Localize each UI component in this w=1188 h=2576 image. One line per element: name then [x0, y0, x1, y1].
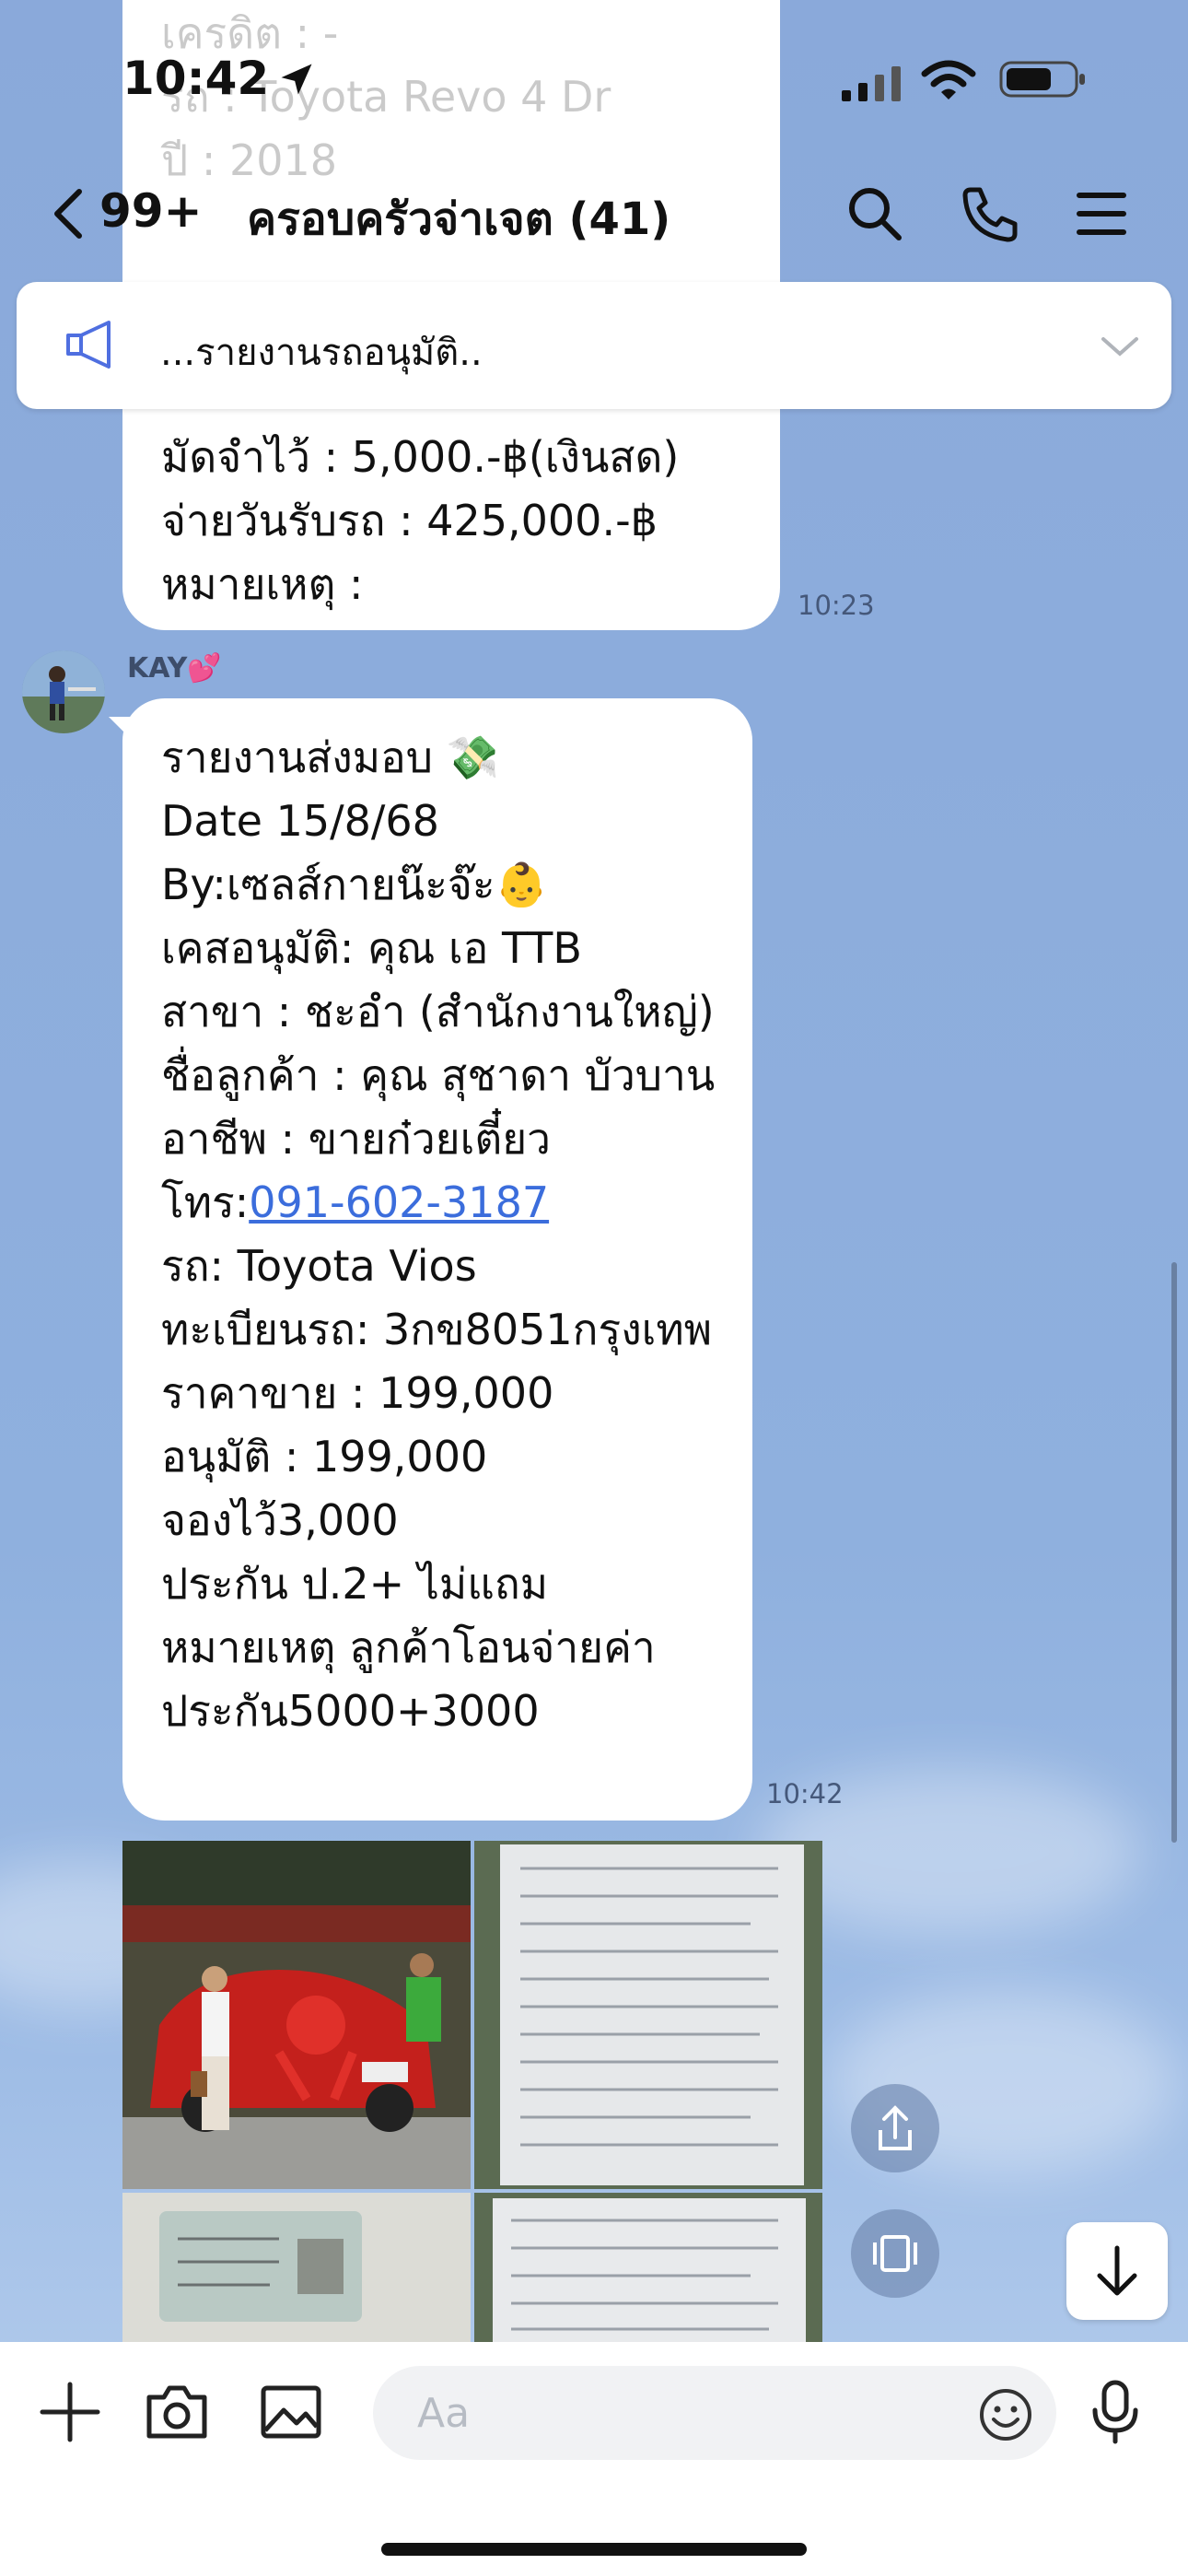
message-line: ราคาขาย : 199,000 — [161, 1368, 554, 1418]
message-line: ประกัน5000+3000 — [161, 1686, 540, 1736]
phone-prefix: โทร: — [161, 1177, 250, 1227]
message-line: จองไว้3,000 — [161, 1495, 399, 1545]
megaphone-icon — [66, 321, 111, 369]
location-arrow-icon — [281, 64, 312, 95]
menu-icon[interactable] — [1070, 182, 1133, 245]
image-icon[interactable] — [258, 2379, 324, 2445]
message-line: รายงานส่งมอบ 💸 — [161, 732, 499, 782]
chevron-left-icon[interactable] — [46, 186, 92, 241]
photo-document-1[interactable] — [474, 1841, 822, 2189]
announcement-banner[interactable]: ...รายงานรถอนุมัติ.. — [17, 282, 1171, 409]
message-line: จ่ายวันรับรถ : 425,000.-฿ — [161, 496, 658, 545]
unread-count[interactable]: 99+ — [99, 184, 202, 238]
announcement-text: ...รายงานรถอนุมัติ.. — [160, 332, 483, 374]
chat-header: 99+ ครอบครัวจ่าเจต (41) — [0, 166, 1188, 258]
clock: 10:42 — [122, 52, 270, 105]
share-button[interactable] — [851, 2084, 939, 2172]
chevron-down-icon[interactable] — [1096, 322, 1144, 370]
message-line: รถ: Toyota Vios — [161, 1241, 477, 1291]
message-input[interactable]: Aa — [373, 2366, 1056, 2460]
message-time: 10:23 — [798, 590, 875, 621]
message-line: อาชีพ : ขายก๋วยเตี๋ยว — [161, 1114, 551, 1164]
message-line: เคสอนุมัติ: คุณ เอ TTB — [161, 923, 582, 973]
arrow-down-icon — [1097, 2245, 1137, 2296]
microphone-icon[interactable] — [1082, 2379, 1148, 2445]
message-line: สาขา : ชะอำ (สำนักงานใหญ่) — [161, 987, 715, 1036]
message-line: Date 15/8/68 — [161, 796, 439, 846]
status-bar: 10:42 — [0, 0, 1188, 138]
avatar[interactable] — [22, 650, 105, 733]
chat-title[interactable]: ครอบครัวจ่าเจต (41) — [247, 184, 670, 254]
message-composer: Aa — [0, 2342, 1188, 2576]
message-line: หมายเหตุ : — [161, 559, 364, 609]
smiley-icon[interactable] — [977, 2386, 1034, 2443]
message-line: ชื่อลูกค้า : คุณ สุชาดา บัวบาน — [161, 1050, 716, 1100]
photo-id-card[interactable] — [122, 2193, 471, 2342]
photo-car-delivery[interactable] — [122, 1841, 471, 2189]
home-indicator — [381, 2543, 807, 2556]
scrollbar[interactable] — [1171, 1262, 1177, 1843]
message-line: หมายเหตุ ลูกค้าโอนจ่ายค่า — [161, 1622, 656, 1672]
phone-line: โทร:091-602-3187 — [161, 1171, 715, 1235]
signal-icon — [842, 66, 901, 101]
message-line: ประกัน ป.2+ ไม่แถม — [161, 1559, 549, 1609]
message-line: อนุมัติ : 199,000 — [161, 1432, 488, 1481]
plus-icon[interactable] — [37, 2379, 103, 2445]
wifi-icon — [921, 60, 976, 100]
scroll-down-button[interactable] — [1066, 2222, 1168, 2320]
message-line: มัดจำไว้ : 5,000.-฿(เงินสด) — [161, 432, 680, 482]
stack-icon — [873, 2235, 917, 2272]
message-line: By:เซลส์กายน๊ะจ๊ะ👶 — [161, 860, 548, 909]
keep-button[interactable] — [851, 2209, 939, 2298]
phone-icon[interactable] — [958, 182, 1020, 245]
photo-document-2[interactable] — [474, 2193, 822, 2342]
search-icon[interactable] — [844, 182, 906, 245]
input-placeholder: Aa — [417, 2390, 471, 2437]
camera-icon[interactable] — [144, 2379, 210, 2445]
message-bubble[interactable]: รายงานส่งมอบ 💸 Date 15/8/68 By:เซลส์กายน… — [122, 698, 752, 1821]
message-time: 10:42 — [766, 1778, 844, 1809]
sender-name: KAY💕 — [127, 652, 222, 685]
share-icon — [879, 2105, 912, 2150]
message-line: ทะเบียนรถ: 3กข8051กรุงเทพ — [161, 1305, 713, 1354]
battery-icon — [999, 61, 1085, 98]
phone-link[interactable]: 091-602-3187 — [249, 1177, 549, 1227]
